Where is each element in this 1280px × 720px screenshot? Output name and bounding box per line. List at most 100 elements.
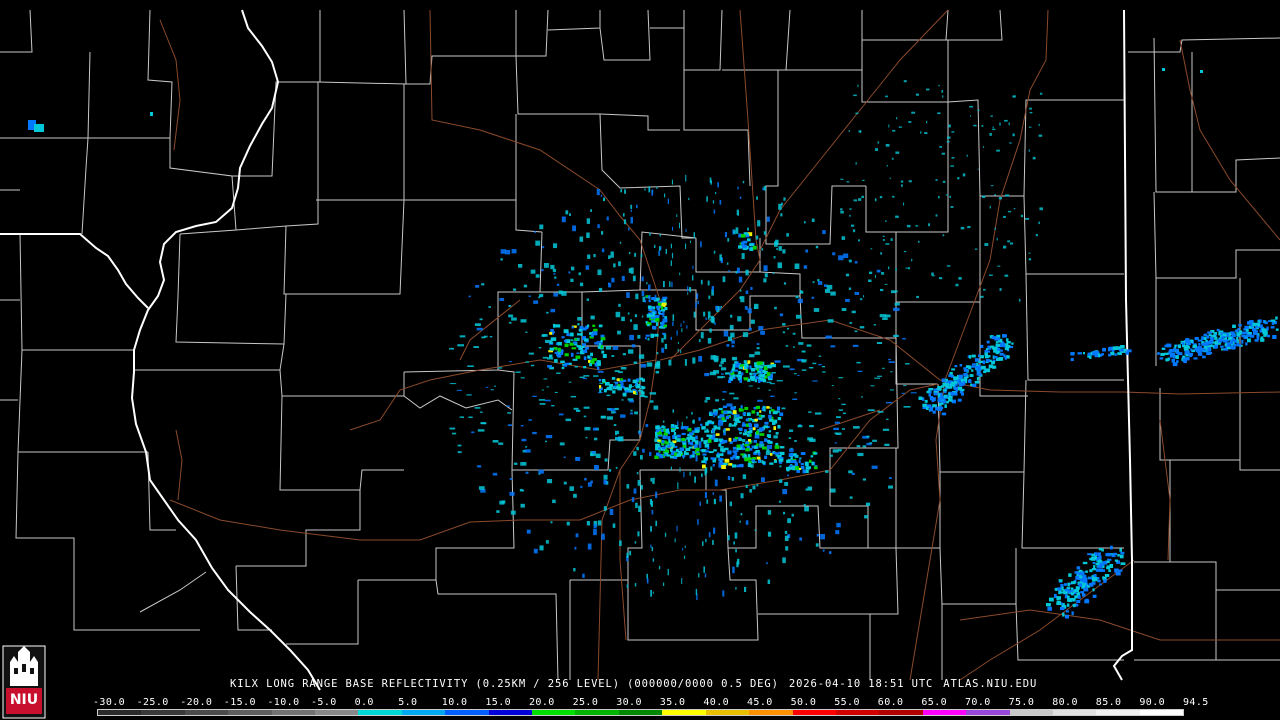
echo-pixel [466,394,472,396]
echo-pixel [596,366,600,370]
echo-pixel [684,359,687,366]
echo-pixel [513,462,518,465]
echo-pixel [889,477,892,479]
echo-pixel [885,243,890,245]
echo-pixel [704,430,710,433]
echo-pixel [922,403,927,408]
echo-pixel [849,208,852,210]
echo-pixel [1268,320,1271,323]
echo-pixel [683,471,685,478]
echo-pixel [1007,210,1012,213]
echo-pixel [1061,586,1064,591]
echo-pixel [834,421,840,424]
echo-pixel [771,372,776,374]
echo-pixel [784,535,789,541]
echo-pixel [792,398,798,400]
echo-pixel [559,442,565,446]
legend-color-swatch [445,710,489,715]
echo-pixel [1094,555,1097,560]
echo-pixel [808,411,812,413]
echo-pixel [624,189,626,194]
echo-pixel [945,194,949,196]
echo-pixel [995,341,998,344]
echo-pixel [901,392,905,394]
echo-pixel [754,435,760,439]
echo-pixel [996,149,1000,152]
echo-pixel [1088,576,1093,580]
echo-pixel [692,265,694,269]
echo-pixel [662,435,667,439]
echo-pixel [1084,599,1090,604]
echo-pixel [859,326,865,329]
echo-pixel [728,437,732,442]
echo-pixel [629,334,634,341]
echo-pixel [543,378,548,380]
echo-pixel [525,471,529,474]
echo-pixel [712,464,715,467]
echo-pixel [782,323,786,326]
echo-pixel [658,450,661,453]
echo-pixel [541,389,544,391]
echo-pixel [630,319,632,322]
echo-pixel [664,307,668,311]
echo-pixel [942,389,947,392]
echo-pixel [659,326,663,329]
echo-pixel [1236,332,1241,337]
echo-pixel [679,467,681,473]
echo-pixel [718,426,721,430]
echo-pixel [855,112,859,115]
echo-pixel [750,287,753,290]
echo-pixel [586,521,590,526]
echo-pixel [763,231,766,235]
echo-pixel [582,573,585,578]
echo-pixel [1260,338,1265,342]
echo-pixel [564,343,569,348]
echo-pixel [676,525,678,532]
echo-pixel [1067,599,1072,602]
echo-pixel [950,206,954,208]
echo-pixel [840,178,844,180]
echo-pixel [745,369,749,373]
legend-label: 25.0 [572,697,599,708]
echo-pixel [668,359,672,366]
echo-pixel [590,352,593,357]
echo-pixel [1198,343,1201,346]
echo-pixel [1265,321,1268,325]
timestamp: 2026-04-10 18:51 UTC [788,678,934,690]
echo-pixel [632,275,636,282]
echo-pixel [1244,325,1249,329]
echo-pixel [662,420,665,423]
echo-pixel [1090,583,1094,587]
echo-pixel [640,484,643,490]
echo-pixel [597,269,602,276]
echo-pixel [698,441,702,448]
echo-pixel [579,236,584,242]
echo-pixel [764,421,769,425]
echo-pixel [776,380,783,382]
echo-pixel [908,121,912,123]
echo-pixel [513,288,517,291]
echo-pixel [1097,579,1101,583]
echo-pixel [948,398,953,402]
echo-pixel [805,249,809,253]
echo-pixel [645,424,649,428]
echo-pixel [767,579,771,584]
echo-pixel [787,327,789,330]
echo-pixel [539,545,544,551]
echo-pixel [740,405,743,409]
echo-pixel [949,195,951,198]
echo-pixel [779,465,782,468]
echo-pixel [611,277,615,283]
echo-pixel [637,334,641,339]
echo-pixel [1074,571,1079,574]
echo-pixel [830,291,836,296]
echo-pixel [990,185,994,187]
echo-pixel [935,214,938,217]
echo-pixel [692,420,694,424]
echo-pixel [744,365,748,370]
echo-pixel [941,378,946,382]
echo-pixel [885,220,887,222]
echo-pixel [768,389,771,391]
echo-pixel [731,344,735,348]
echo-pixel [748,427,753,430]
